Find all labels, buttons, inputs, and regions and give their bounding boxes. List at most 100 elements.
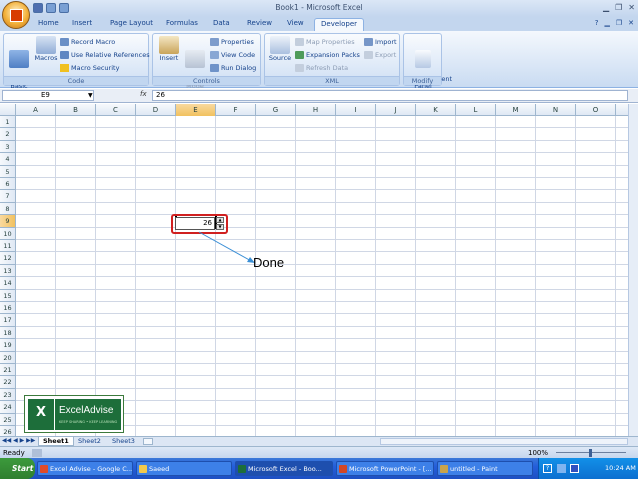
logo-name: ExcelAdvise [59,405,114,416]
design-mode-button[interactable]: Design Mode [182,36,217,97]
ribbon-minimize-icon[interactable]: ▁ [604,19,609,27]
close-icon[interactable]: ✕ [628,3,635,12]
column-header-n[interactable]: N [536,104,576,116]
row-header-7[interactable]: 7 [0,190,16,203]
tab-data[interactable]: Data [207,18,236,31]
document-panel-button[interactable]: Document Panel [406,36,452,97]
insert-function-icon[interactable]: fx [140,90,147,98]
taskbar-folder[interactable]: Saeed [136,461,232,476]
row-header-12[interactable]: 12 [0,252,16,265]
tab-page-layout[interactable]: Page Layout [104,18,159,31]
sheet-tab-3[interactable]: Sheet3 [108,437,139,446]
tab-view[interactable]: View [281,18,310,31]
row-header-9[interactable]: 9 [0,215,16,228]
sheet-tab-1[interactable]: Sheet1 [38,437,74,446]
worksheet-grid[interactable]: ABCDEFGHIJKLMNO 1 2 3 4 5 6 7 8 9 10 11 12 13 14 15 16 1… [0,104,628,438]
column-header-l[interactable]: L [456,104,496,116]
column-header-m[interactable]: M [496,104,536,116]
row-header-15[interactable]: 15 [0,289,16,302]
xml-source-button[interactable]: Source [267,36,293,62]
column-header-g[interactable]: G [256,104,296,116]
macros-button[interactable]: Macros [33,36,59,62]
visual-basic-button[interactable]: Visual Basic [7,36,39,97]
spin-up-button[interactable]: ▲ [216,217,224,223]
row-header-16[interactable]: 16 [0,302,16,315]
row-header-4[interactable]: 4 [0,153,16,166]
row-header-5[interactable]: 5 [0,165,16,178]
taskbar-excel[interactable]: Microsoft Excel - Boo... [235,461,333,476]
tab-formulas[interactable]: Formulas [160,18,204,31]
view-code-button[interactable]: View Code [210,50,255,60]
column-header-o[interactable]: O [576,104,616,116]
tab-insert[interactable]: Insert [66,18,98,31]
sheet-tab-2[interactable]: Sheet2 [74,437,105,446]
column-header-h[interactable]: H [296,104,336,116]
macro-record-icon[interactable] [32,449,42,457]
row-header-6[interactable]: 6 [0,178,16,191]
ribbon-close-icon[interactable]: ✕ [628,19,634,27]
column-header-d[interactable]: D [136,104,176,116]
tray-media-icon[interactable] [570,464,579,473]
column-header-e[interactable]: E [176,104,216,116]
name-box-dropdown-icon[interactable]: ▼ [88,92,93,99]
row-header-10[interactable]: 10 [0,227,16,240]
map-properties-button[interactable]: Map Properties [295,37,355,47]
run-dialog-button[interactable]: Run Dialog [210,63,256,73]
row-header-13[interactable]: 13 [0,264,16,278]
row-header-20[interactable]: 20 [0,351,16,364]
column-header-k[interactable]: K [416,104,456,116]
row-header-1[interactable]: 1 [0,116,16,129]
taskbar-powerpoint[interactable]: Microsoft PowerPoint - [... [336,461,434,476]
name-box[interactable]: E9 [2,90,94,101]
row-header-25[interactable]: 25 [0,413,16,426]
row-header-21[interactable]: 21 [0,364,16,377]
row-header-22[interactable]: 22 [0,376,16,389]
ribbon-restore-icon[interactable]: ❐ [616,19,622,27]
row-header-23[interactable]: 23 [0,388,16,402]
column-header-f[interactable]: F [216,104,256,116]
column-header-b[interactable]: B [56,104,96,116]
tray-volume-icon[interactable] [557,464,566,473]
insert-sheet-icon[interactable] [143,438,153,445]
office-button[interactable] [2,1,30,29]
properties-button[interactable]: Properties [210,37,254,47]
use-relative-references-button[interactable]: Use Relative References [60,50,150,60]
refresh-data-button[interactable]: Refresh Data [295,63,348,73]
zoom-slider-thumb[interactable] [589,449,592,457]
row-header-2[interactable]: 2 [0,128,16,141]
select-all-corner[interactable] [0,104,16,116]
start-button[interactable]: Start [0,458,35,479]
column-header-i[interactable]: I [336,104,376,116]
row-header-11[interactable]: 11 [0,240,16,253]
record-macro-button[interactable]: Record Macro [60,37,115,47]
formula-input[interactable]: 26 [152,90,628,101]
export-button[interactable]: Export [364,50,396,60]
tray-help-icon[interactable]: ? [543,464,552,473]
row-header-8[interactable]: 8 [0,202,16,216]
tab-home[interactable]: Home [32,18,65,31]
macro-security-button[interactable]: Macro Security [60,63,119,73]
column-header-c[interactable]: C [96,104,136,116]
sheet-nav-icons[interactable]: ◀◀ ◀ ▶ ▶▶ [2,437,35,444]
taskbar-chrome[interactable]: Excel Advise - Google C... [37,461,133,476]
help-icon[interactable]: ? [595,19,599,27]
paint-icon [440,465,448,473]
column-header-a[interactable]: A [16,104,56,116]
restore-icon[interactable]: ❐ [615,3,622,12]
tab-review[interactable]: Review [241,18,278,31]
row-header-17[interactable]: 17 [0,314,16,327]
row-header-24[interactable]: 24 [0,401,16,414]
row-header-19[interactable]: 19 [0,339,16,352]
minimize-icon[interactable]: ▁ [603,3,609,12]
insert-control-button[interactable]: Insert [156,36,182,62]
row-header-14[interactable]: 14 [0,277,16,290]
column-header-j[interactable]: J [376,104,416,116]
row-header-3[interactable]: 3 [0,140,16,154]
row-header-18[interactable]: 18 [0,326,16,340]
expansion-packs-button[interactable]: Expansion Packs [295,50,360,60]
tab-developer[interactable]: Developer [314,18,365,31]
vertical-scrollbar[interactable] [628,104,638,438]
import-button[interactable]: Import [364,37,397,47]
horizontal-scrollbar[interactable] [380,438,628,445]
taskbar-paint[interactable]: untitled - Paint [437,461,533,476]
